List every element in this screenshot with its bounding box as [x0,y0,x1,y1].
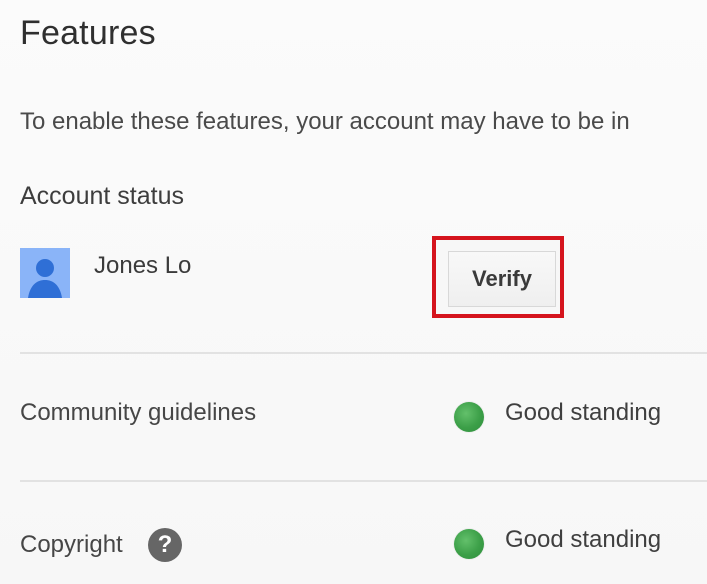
features-description: To enable these features, your account m… [20,108,630,135]
copyright-status: Good standing [505,526,662,553]
account-user-name: Jones Lo [94,252,192,279]
status-dot-icon [454,529,484,559]
features-panel: Features To enable these features, your … [0,0,707,584]
copyright-label: Copyright [20,531,123,558]
status-dot-icon [454,402,484,432]
community-guidelines-status: Good standing [505,399,662,426]
help-icon[interactable]: ? [148,528,182,562]
person-icon [20,248,70,298]
section-divider [20,352,707,354]
verify-button[interactable]: Verify [448,251,556,307]
page-title: Features [20,14,156,52]
community-guidelines-label: Community guidelines [20,399,257,426]
account-status-label: Account status [20,182,184,210]
section-divider [20,480,707,482]
